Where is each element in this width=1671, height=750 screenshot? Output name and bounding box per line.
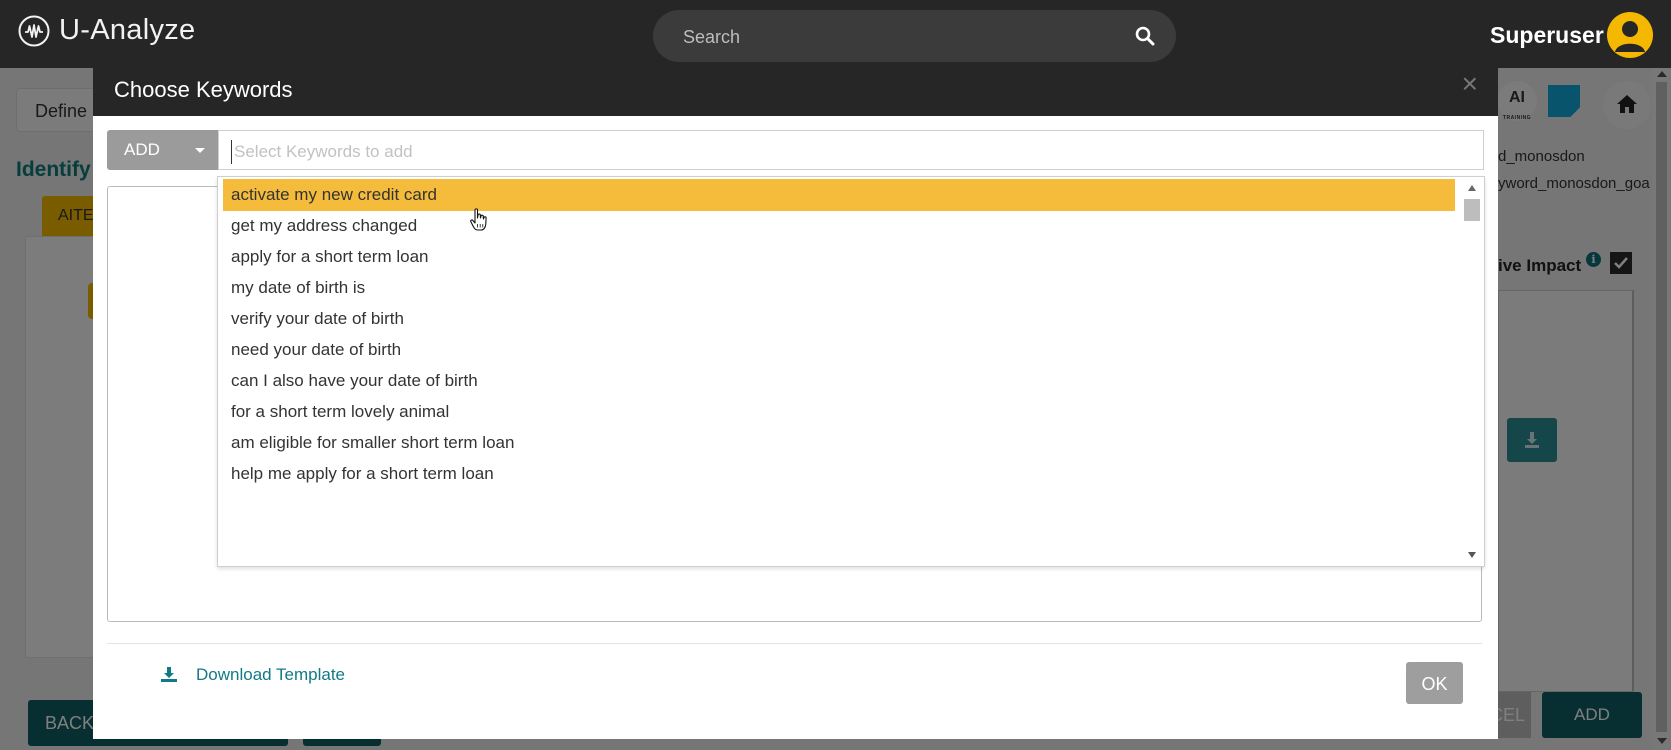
keyword-suggestion-item[interactable]: apply for a short term loan [223, 241, 1455, 273]
scroll-up-arrow-icon[interactable] [1468, 185, 1476, 191]
keyword-suggestion-item[interactable]: activate my new credit card [223, 179, 1455, 211]
keyword-suggestion-item[interactable]: for a short term lovely animal [223, 396, 1455, 428]
keyword-suggestion-item[interactable]: can I also have your date of birth [223, 365, 1455, 397]
download-template-label: Download Template [196, 665, 345, 684]
app-name: U-Analyze [59, 14, 196, 46]
keyword-select[interactable] [218, 130, 1484, 170]
user-name[interactable]: Superuser [1490, 22, 1604, 49]
suggestions-scrollbar[interactable] [1464, 179, 1480, 564]
top-navbar: U-Analyze Superuser [0, 0, 1671, 68]
keyword-suggestion-item[interactable]: am eligible for smaller short term loan [223, 427, 1455, 459]
hand-pointer-icon [470, 208, 487, 231]
modal-header: Choose Keywords × [93, 68, 1498, 116]
download-icon [161, 667, 177, 682]
keyword-suggestion-item[interactable]: my date of birth is [223, 272, 1455, 304]
keyword-suggestion-item[interactable]: verify your date of birth [223, 303, 1455, 335]
add-mode-label: ADD [124, 140, 160, 159]
user-avatar-icon[interactable] [1607, 12, 1653, 58]
keyword-suggestions-dropdown: help me apply for a short term loan am el… [217, 176, 1485, 567]
waveform-logo-icon [18, 15, 50, 46]
download-template-link[interactable]: Download Template [160, 665, 345, 685]
ok-button[interactable]: OK [1406, 662, 1463, 704]
global-search [653, 10, 1176, 62]
scroll-thumb[interactable] [1464, 199, 1480, 221]
scroll-down-arrow-icon[interactable] [1468, 552, 1476, 558]
keyword-suggestion-item[interactable]: get my address changed [223, 210, 1455, 242]
app-logo[interactable]: U-Analyze [18, 14, 195, 47]
choose-keywords-modal: Choose Keywords × ADD help me apply for … [93, 68, 1498, 739]
footer-divider [107, 643, 1482, 644]
caret-down-icon [195, 148, 205, 153]
close-icon[interactable]: × [1462, 70, 1478, 98]
search-input[interactable] [681, 24, 1125, 50]
keyword-input[interactable] [231, 140, 1436, 164]
add-mode-dropdown[interactable]: ADD [107, 130, 218, 170]
keyword-suggestion-item[interactable]: help me apply for a short term loan [223, 458, 1455, 490]
keyword-suggestion-item[interactable]: need your date of birth [223, 334, 1455, 366]
search-icon[interactable] [1134, 25, 1156, 47]
modal-title: Choose Keywords [114, 77, 293, 102]
